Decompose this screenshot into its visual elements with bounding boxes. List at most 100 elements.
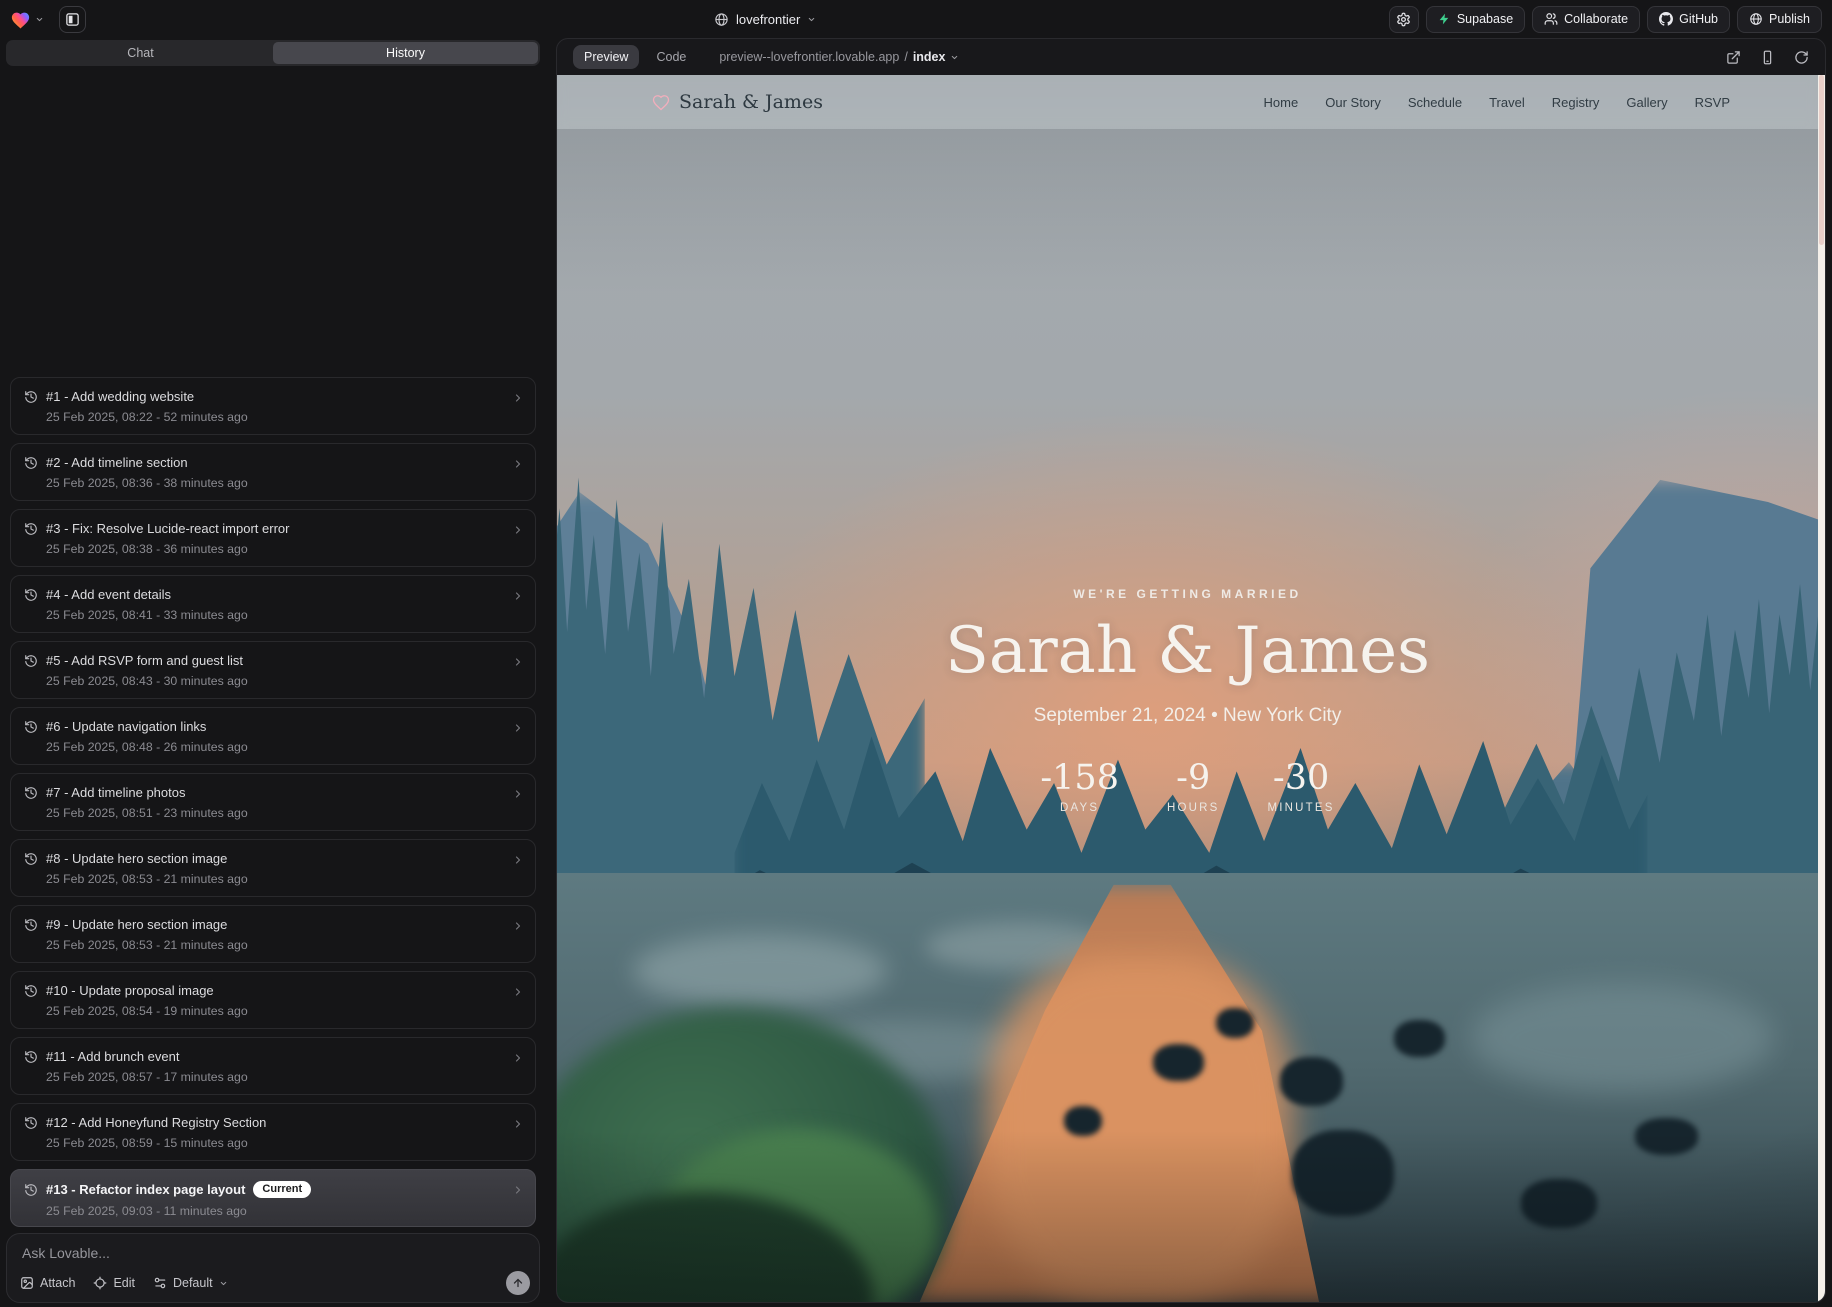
mode-label: Default [173,1276,213,1290]
supabase-label: Supabase [1457,12,1513,26]
history-item[interactable]: #12 - Add Honeyfund Registry Section 25 … [10,1103,536,1161]
countdown-label: MINUTES [1268,802,1335,814]
collaborate-button[interactable]: Collaborate [1532,6,1640,33]
history-item-title: #4 - Add event details [46,587,171,602]
history-item-title: #7 - Add timeline photos [46,785,185,800]
preview-panel: Preview Code preview--lovefrontier.lovab… [556,38,1826,1303]
attach-label: Attach [40,1276,75,1290]
heart-outline-icon [652,94,670,111]
chevron-down-icon [950,53,959,62]
composer-placeholder: Ask Lovable... [22,1245,110,1261]
chevron-right-icon [512,1052,524,1064]
history-item-row: #1 - Add wedding website [24,389,501,404]
chevron-right-icon [512,458,524,470]
lovable-logo-menu[interactable] [10,10,44,29]
collaborate-label: Collaborate [1564,12,1628,26]
panel-left-icon [65,12,80,27]
chat-composer[interactable]: Ask Lovable... Attach [6,1233,540,1303]
globe-icon [714,12,729,27]
publish-label: Publish [1769,12,1810,26]
mode-selector[interactable]: Default [153,1276,228,1290]
site-preview: Sarah & James Home Our Story Schedule Trave… [557,75,1825,1302]
history-item-timestamp: 25 Feb 2025, 08:38 - 36 minutes ago [46,542,501,556]
history-item-title: #5 - Add RSVP form and guest list [46,653,243,668]
open-external-button[interactable] [1726,50,1741,65]
countdown-label: HOURS [1167,802,1220,814]
supabase-button[interactable]: Supabase [1426,6,1525,33]
history-item[interactable]: #8 - Update hero section image 25 Feb 20… [10,839,536,897]
history-item-title: #11 - Add brunch event [46,1049,179,1064]
tab-chat[interactable]: Chat [8,42,273,64]
history-item[interactable]: #5 - Add RSVP form and guest list 25 Feb… [10,641,536,699]
site-nav-link[interactable]: Travel [1489,95,1525,110]
history-item[interactable]: #7 - Add timeline photos 25 Feb 2025, 08… [10,773,536,831]
history-item[interactable]: #1 - Add wedding website 25 Feb 2025, 08… [10,377,536,435]
history-icon [24,720,38,734]
sidebar-tabs: Chat History [6,40,540,66]
history-item[interactable]: #9 - Update hero section image 25 Feb 20… [10,905,536,963]
chevron-right-icon [512,656,524,668]
countdown-value: -158 [1040,761,1119,796]
scene-rock [1292,1130,1393,1216]
publish-button[interactable]: Publish [1737,6,1822,33]
countdown-cell: -158 DAYS [1040,761,1119,814]
site-nav-link[interactable]: Registry [1552,95,1600,110]
countdown: -158 DAYS -9 HOURS -30 MINUTES [557,761,1818,814]
chevron-right-icon [512,788,524,800]
site-brand[interactable]: Sarah & James [652,91,823,113]
hero-section: WE'RE GETTING MARRIED Sarah & James Sept… [557,587,1818,814]
history-item-timestamp: 25 Feb 2025, 08:48 - 26 minutes ago [46,740,501,754]
history-item-timestamp: 25 Feb 2025, 08:53 - 21 minutes ago [46,872,501,886]
history-item[interactable]: #13 - Refactor index page layout Current… [10,1169,536,1227]
tab-history[interactable]: History [273,42,538,64]
chevron-right-icon [512,854,524,866]
site-nav-link[interactable]: Schedule [1408,95,1462,110]
edit-button[interactable]: Edit [93,1276,135,1290]
history-icon [24,786,38,800]
site-nav-link[interactable]: RSVP [1695,95,1730,110]
history-item-timestamp: 25 Feb 2025, 08:41 - 33 minutes ago [46,608,501,622]
scene-rock [1064,1106,1102,1137]
settings-button[interactable] [1389,6,1419,33]
history-item-timestamp: 25 Feb 2025, 08:53 - 21 minutes ago [46,938,501,952]
github-button[interactable]: GitHub [1647,6,1730,33]
history-item[interactable]: #10 - Update proposal image 25 Feb 2025,… [10,971,536,1029]
sidebar-toggle-button[interactable] [59,6,86,33]
topbar-actions: Supabase Collaborate GitHub [1389,0,1822,38]
send-button[interactable] [506,1271,530,1295]
hero-title: Sarah & James [557,615,1818,689]
refresh-icon [1794,50,1809,65]
history-item[interactable]: #2 - Add timeline section 25 Feb 2025, 0… [10,443,536,501]
site-scrollbar[interactable] [1818,75,1825,1302]
history-item-row: #12 - Add Honeyfund Registry Section [24,1115,501,1130]
arrow-up-icon [512,1277,524,1289]
history-item[interactable]: #3 - Fix: Resolve Lucide-react import er… [10,509,536,567]
crosshair-icon [93,1276,107,1290]
mobile-view-button[interactable] [1760,50,1775,65]
edit-label: Edit [113,1276,135,1290]
history-icon [24,918,38,932]
history-item[interactable]: #6 - Update navigation links 25 Feb 2025… [10,707,536,765]
site-nav-link[interactable]: Our Story [1325,95,1381,110]
history-item[interactable]: #4 - Add event details 25 Feb 2025, 08:4… [10,575,536,633]
project-name: lovefrontier [736,12,800,27]
history-item-title: #1 - Add wedding website [46,389,194,404]
site-nav-link[interactable]: Gallery [1626,95,1667,110]
history-item-timestamp: 25 Feb 2025, 08:51 - 23 minutes ago [46,806,501,820]
attach-button[interactable]: Attach [20,1276,75,1290]
refresh-button[interactable] [1794,50,1809,65]
tab-code[interactable]: Code [645,45,697,69]
gear-icon [1396,12,1411,27]
history-item[interactable]: #11 - Add brunch event 25 Feb 2025, 08:5… [10,1037,536,1095]
lovable-heart-icon [10,10,31,29]
history-item-row: #9 - Update hero section image [24,917,501,932]
site-nav-link[interactable]: Home [1264,95,1299,110]
chevron-down-icon [219,1279,228,1288]
topbar-left [10,6,86,33]
preview-url-selector[interactable]: preview--lovefrontier.lovable.app / inde… [719,50,959,64]
tab-preview[interactable]: Preview [573,45,639,69]
site-scrollbar-thumb[interactable] [1819,75,1824,245]
site-nav: Home Our Story Schedule Travel Registry Galle… [1264,95,1730,110]
history-item-timestamp: 25 Feb 2025, 08:22 - 52 minutes ago [46,410,501,424]
project-selector[interactable]: lovefrontier [714,0,816,38]
